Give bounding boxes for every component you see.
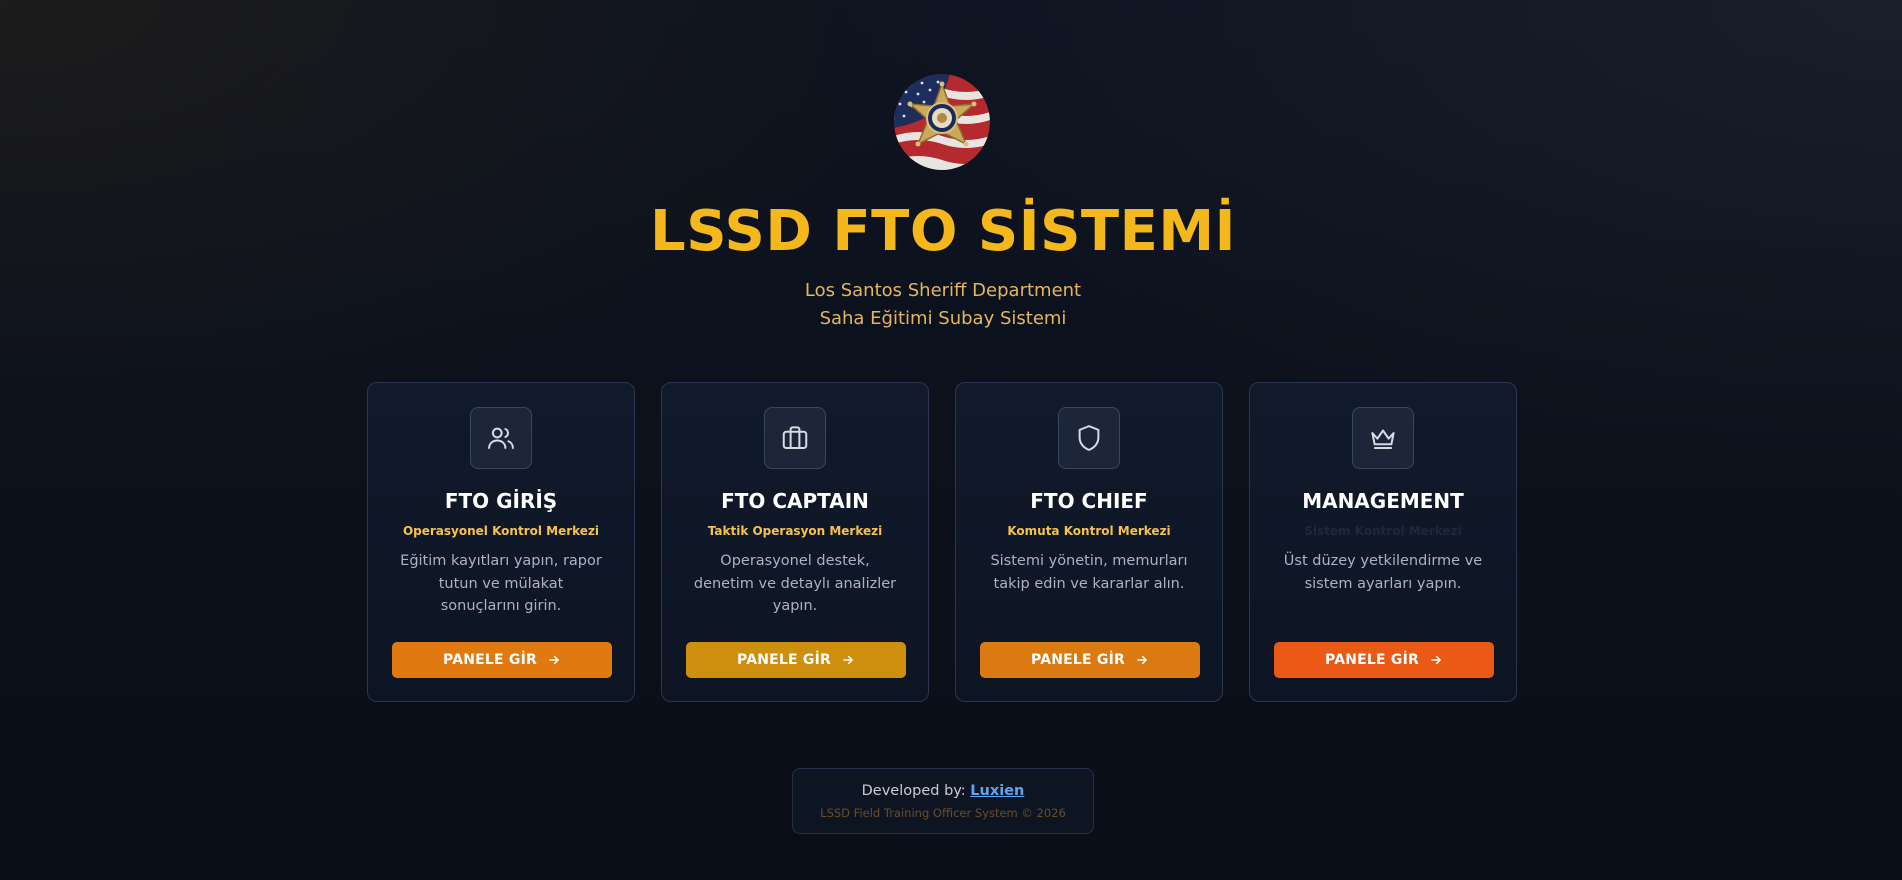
card-subtitle: Komuta Kontrol Merkezi: [1007, 524, 1171, 538]
arrow-right-icon: [841, 653, 855, 667]
sheriff-badge-logo: [894, 74, 990, 170]
card-title: FTO GİRİŞ: [444, 489, 558, 513]
card-description: Eğitim kayıtları yapın, rapor tutun ve m…: [400, 553, 602, 614]
developer-link[interactable]: Luxien: [970, 783, 1024, 799]
card-title: MANAGEMENT: [1302, 489, 1464, 513]
panel-enter-button-fto-giris[interactable]: PANELE GİR: [392, 642, 612, 678]
card-title: FTO CAPTAIN: [721, 489, 869, 513]
button-label: PANELE GİR: [1031, 652, 1125, 668]
card-fto-captain: FTO CAPTAIN Taktik Operasyon Merkezi Ope…: [661, 382, 929, 702]
page-subtitle-department: Los Santos Sheriff Department: [804, 280, 1082, 301]
button-label: PANELE GİR: [1325, 652, 1419, 668]
panel-enter-button-fto-captain[interactable]: PANELE GİR: [686, 642, 906, 678]
panel-enter-button-fto-chief[interactable]: PANELE GİR: [980, 642, 1200, 678]
card-fto-giris: FTO GİRİŞ Operasyonel Kontrol Merkezi Eğ…: [367, 382, 635, 702]
arrow-right-icon: [1429, 653, 1443, 667]
users-icon: [470, 407, 532, 469]
footer-credits: Developed by: Luxien LSSD Field Training…: [792, 768, 1094, 834]
card-description: Sistemi yönetin, memurları takip edin ve…: [990, 553, 1188, 592]
card-subtitle: Sistem Kontrol Merkezi: [1304, 524, 1462, 538]
card-description: Operasyonel destek, denetim ve detaylı a…: [693, 553, 897, 614]
arrow-right-icon: [1135, 653, 1149, 667]
button-label: PANELE GİR: [443, 652, 537, 668]
page-title: LSSD FTO SİSTEMİ: [650, 199, 1236, 264]
card-fto-chief: FTO CHIEF Komuta Kontrol Merkezi Sistemi…: [955, 382, 1223, 702]
briefcase-icon: [764, 407, 826, 469]
arrow-right-icon: [547, 653, 561, 667]
shield-icon: [1058, 407, 1120, 469]
landing-page: LSSD FTO SİSTEMİ Los Santos Sheriff Depa…: [0, 0, 1902, 880]
crown-icon: [1352, 407, 1414, 469]
card-management: MANAGEMENT Sistem Kontrol Merkezi Üst dü…: [1249, 382, 1517, 702]
developer-credit: Developed by: Luxien: [793, 781, 1093, 801]
card-description: Üst düzey yetkilendirme ve sistem ayarla…: [1283, 553, 1483, 592]
panel-enter-button-management[interactable]: PANELE GİR: [1274, 642, 1494, 678]
card-subtitle: Operasyonel Kontrol Merkezi: [402, 524, 600, 538]
copyright-text: LSSD Field Training Officer System © 202…: [820, 806, 1066, 820]
card-title: FTO CHIEF: [1030, 489, 1148, 513]
card-subtitle: Taktik Operasyon Merkezi: [707, 524, 883, 538]
button-label: PANELE GİR: [737, 652, 831, 668]
developed-by-label: Developed by:: [861, 783, 966, 799]
page-subtitle-system: Saha Eğitimi Subay Sistemi: [819, 308, 1067, 329]
